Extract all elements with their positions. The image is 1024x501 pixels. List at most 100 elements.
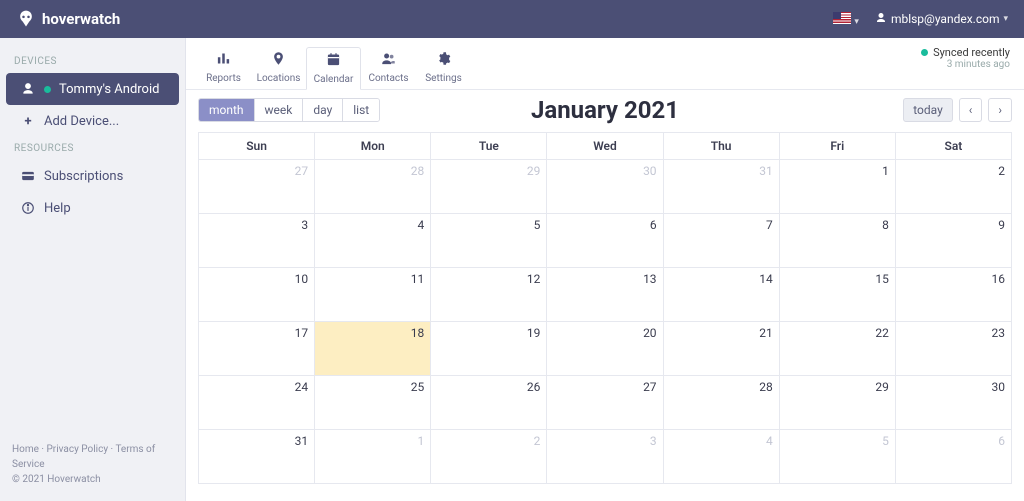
calendar-day[interactable]: 4 xyxy=(315,214,431,268)
owl-logo-icon xyxy=(16,9,36,29)
calendar-day[interactable]: 23 xyxy=(895,322,1011,376)
calendar-day[interactable]: 8 xyxy=(779,214,895,268)
sidebar-section-resources: RESOURCES xyxy=(0,137,185,160)
sidebar-section-devices: DEVICES xyxy=(0,50,185,73)
calendar-day[interactable]: 30 xyxy=(547,160,663,214)
calendar-day[interactable]: 6 xyxy=(895,430,1011,484)
bar-chart-icon xyxy=(197,51,250,70)
calendar-day[interactable]: 16 xyxy=(895,268,1011,322)
plus-icon: + xyxy=(20,113,36,129)
footer-home[interactable]: Home xyxy=(12,444,39,455)
chevron-down-icon: ▾ xyxy=(854,17,859,27)
user-email: mblsp@yandex.com xyxy=(891,12,1000,26)
next-button[interactable]: › xyxy=(988,98,1012,122)
calendar-grid: SunMonTueWedThuFriSat 272829303112345678… xyxy=(186,126,1024,496)
sidebar: DEVICES Tommy's Android + Add Device... … xyxy=(0,38,185,501)
help-label: Help xyxy=(44,201,71,216)
chevron-right-icon: › xyxy=(998,103,1002,117)
calendar-day[interactable]: 5 xyxy=(431,214,547,268)
brand[interactable]: hoverwatch xyxy=(16,9,120,29)
calendar-day[interactable]: 7 xyxy=(663,214,779,268)
calendar-day[interactable]: 28 xyxy=(663,376,779,430)
user-icon xyxy=(875,12,887,27)
calendar-day[interactable]: 18 xyxy=(315,322,431,376)
calendar-day[interactable]: 3 xyxy=(547,430,663,484)
calendar-day[interactable]: 26 xyxy=(431,376,547,430)
calendar-day[interactable]: 27 xyxy=(199,160,315,214)
sidebar-item-add-device[interactable]: + Add Device... xyxy=(6,105,179,137)
main-content: Reports Locations Calendar Contacts Sett… xyxy=(185,38,1024,501)
view-day[interactable]: day xyxy=(303,99,343,121)
topbar: hoverwatch ▾ mblsp@yandex.com ▾ xyxy=(0,0,1024,38)
sidebar-item-device[interactable]: Tommy's Android xyxy=(6,73,179,105)
weekday-header: Sun xyxy=(199,133,315,160)
view-switcher: month week day list xyxy=(198,98,380,122)
view-list[interactable]: list xyxy=(343,99,379,121)
status-dot-icon xyxy=(921,49,928,56)
calendar-day[interactable]: 31 xyxy=(663,160,779,214)
today-button[interactable]: today xyxy=(903,98,953,122)
status-dot-online-icon xyxy=(44,86,51,93)
map-pin-icon xyxy=(252,51,305,70)
calendar-day[interactable]: 12 xyxy=(431,268,547,322)
calendar-day[interactable]: 4 xyxy=(663,430,779,484)
calendar-day[interactable]: 21 xyxy=(663,322,779,376)
user-menu[interactable]: mblsp@yandex.com ▾ xyxy=(875,12,1008,27)
view-month[interactable]: month xyxy=(199,99,255,121)
calendar-day[interactable]: 2 xyxy=(431,430,547,484)
calendar-day[interactable]: 19 xyxy=(431,322,547,376)
calendar-title: January 2021 xyxy=(531,96,679,124)
tab-calendar[interactable]: Calendar xyxy=(306,47,361,90)
calendar-day[interactable]: 27 xyxy=(547,376,663,430)
calendar-day[interactable]: 5 xyxy=(779,430,895,484)
weekday-header: Sat xyxy=(895,133,1011,160)
calendar-day[interactable]: 13 xyxy=(547,268,663,322)
calendar-day[interactable]: 30 xyxy=(895,376,1011,430)
calendar-day[interactable]: 3 xyxy=(199,214,315,268)
tab-reports[interactable]: Reports xyxy=(196,46,251,89)
credit-card-icon xyxy=(20,168,36,184)
calendar-day[interactable]: 22 xyxy=(779,322,895,376)
footer: Home · Privacy Policy · Terms of Service… xyxy=(0,432,185,501)
calendar-day[interactable]: 25 xyxy=(315,376,431,430)
prev-button[interactable]: ‹ xyxy=(959,98,983,122)
calendar-day[interactable]: 20 xyxy=(547,322,663,376)
device-name: Tommy's Android xyxy=(59,82,159,97)
chevron-down-icon: ▾ xyxy=(1003,14,1008,24)
calendar-day[interactable]: 6 xyxy=(547,214,663,268)
calendar-day[interactable]: 29 xyxy=(431,160,547,214)
weekday-header: Fri xyxy=(779,133,895,160)
calendar-day[interactable]: 10 xyxy=(199,268,315,322)
weekday-header: Wed xyxy=(547,133,663,160)
sidebar-item-subscriptions[interactable]: Subscriptions xyxy=(6,160,179,192)
view-week[interactable]: week xyxy=(255,99,304,121)
calendar-day[interactable]: 24 xyxy=(199,376,315,430)
tab-locations[interactable]: Locations xyxy=(251,46,306,89)
calendar-day[interactable]: 17 xyxy=(199,322,315,376)
calendar-day[interactable]: 15 xyxy=(779,268,895,322)
calendar-day[interactable]: 1 xyxy=(779,160,895,214)
tab-contacts[interactable]: Contacts xyxy=(361,46,416,89)
weekday-header: Mon xyxy=(315,133,431,160)
chevron-left-icon: ‹ xyxy=(969,103,973,117)
tab-settings[interactable]: Settings xyxy=(416,46,471,89)
gear-icon xyxy=(417,51,470,70)
footer-privacy[interactable]: Privacy Policy xyxy=(47,444,109,455)
footer-copyright: © 2021 Hoverwatch xyxy=(12,474,101,485)
brand-text: hoverwatch xyxy=(42,10,120,28)
calendar-day[interactable]: 11 xyxy=(315,268,431,322)
calendar-icon xyxy=(307,52,360,71)
language-selector[interactable]: ▾ xyxy=(833,12,859,27)
sidebar-item-help[interactable]: Help xyxy=(6,192,179,224)
calendar-day[interactable]: 31 xyxy=(199,430,315,484)
sync-status: Synced recently 3 minutes ago xyxy=(921,46,1010,70)
calendar-day[interactable]: 1 xyxy=(315,430,431,484)
calendar-day[interactable]: 28 xyxy=(315,160,431,214)
calendar-day[interactable]: 14 xyxy=(663,268,779,322)
calendar-day[interactable]: 29 xyxy=(779,376,895,430)
weekday-header: Thu xyxy=(663,133,779,160)
calendar-day[interactable]: 2 xyxy=(895,160,1011,214)
page-tabs: Reports Locations Calendar Contacts Sett… xyxy=(186,38,1024,90)
person-icon xyxy=(20,81,36,97)
calendar-day[interactable]: 9 xyxy=(895,214,1011,268)
